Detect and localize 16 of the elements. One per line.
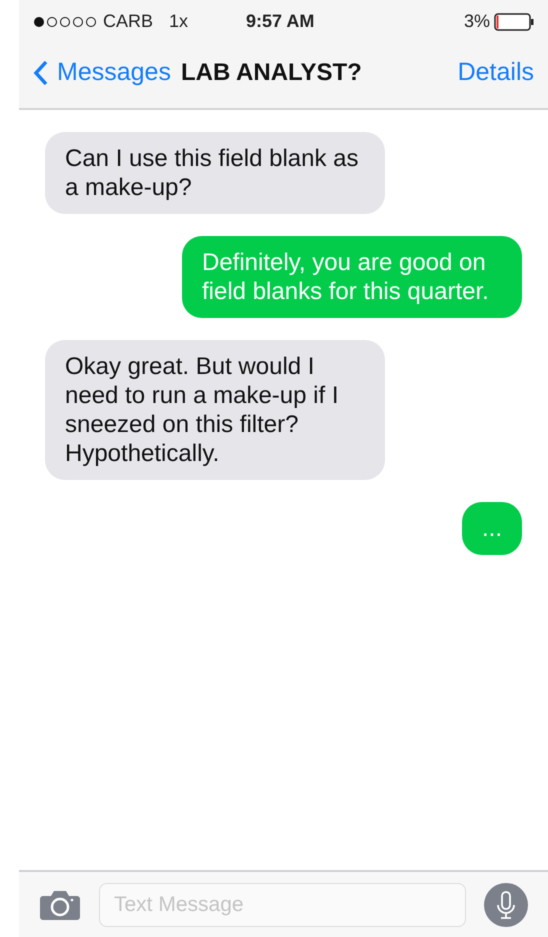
microphone-icon[interactable] (484, 882, 528, 926)
camera-icon[interactable] (39, 888, 81, 920)
signal-icon (33, 16, 99, 28)
clock-time: 9:57 AM (246, 10, 314, 33)
conversation-title: LAB ANALYST? (180, 58, 362, 88)
network-type: 1x (169, 10, 188, 33)
sent-message-bubble: ... (462, 502, 522, 555)
battery-icon (494, 12, 534, 30)
sent-message-bubble: Definitely, you are good on field blanks for this quarter. (182, 236, 522, 318)
received-message-bubble: Okay great. But would I need to run a make-up if I sneezed on this filter? Hypothetically. (45, 340, 385, 480)
received-message-bubble: Can I use this field blank as a make-up? (45, 132, 385, 214)
back-chevron-icon[interactable] (33, 59, 49, 87)
details-link[interactable]: Details (458, 54, 534, 92)
carrier-name: CARB (103, 10, 154, 33)
back-button[interactable]: Messages (33, 54, 171, 92)
battery-percent: 3% (464, 10, 490, 33)
